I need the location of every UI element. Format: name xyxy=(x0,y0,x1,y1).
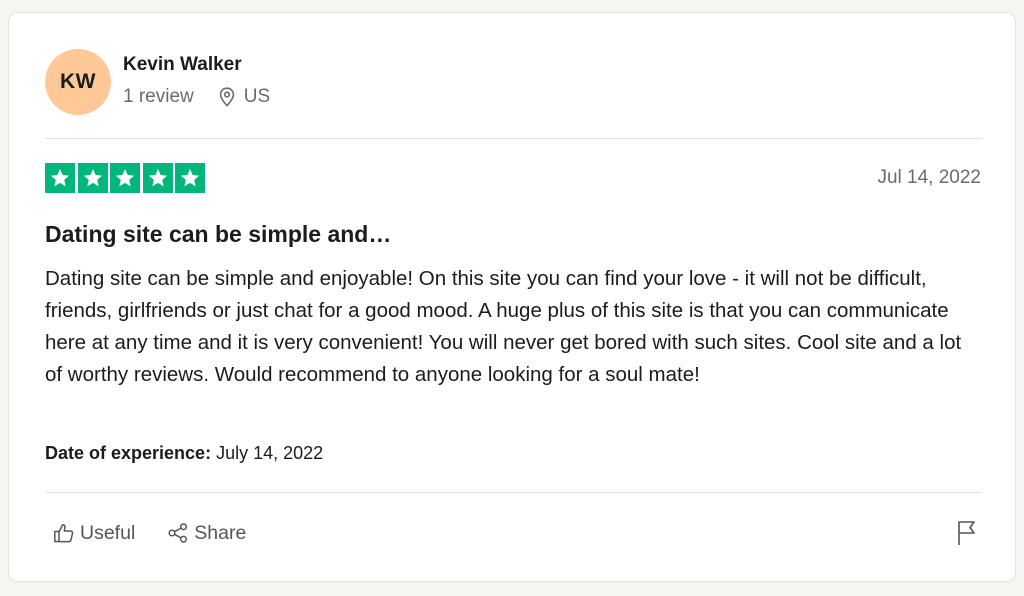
star-icon xyxy=(45,163,75,193)
consumer-name[interactable]: Kevin Walker xyxy=(123,53,270,77)
divider xyxy=(45,138,982,139)
review-date: Jul 14, 2022 xyxy=(877,167,981,188)
review-count: 1 review xyxy=(123,86,194,107)
experience-date: July 14, 2022 xyxy=(216,443,324,463)
star-icon xyxy=(142,163,173,193)
star-rating xyxy=(45,163,205,193)
date-of-experience: Date of experience: July 14, 2022 xyxy=(45,441,323,465)
location-pin-icon xyxy=(219,87,234,107)
flag-icon xyxy=(958,521,975,545)
share-label: Share xyxy=(194,521,247,544)
review-card: KW Kevin Walker 1 review US Jul 14, 2022… xyxy=(8,12,1016,582)
review-body: Dating site can be simple and enjoyable!… xyxy=(45,267,962,386)
report-flag-button[interactable] xyxy=(953,518,981,548)
consumer-meta: 1 review US xyxy=(123,85,270,109)
divider xyxy=(45,492,982,493)
experience-label: Date of experience: xyxy=(45,443,212,463)
star-icon xyxy=(110,163,140,193)
star-icon xyxy=(175,163,205,193)
consumer-header: KW Kevin Walker 1 review US xyxy=(45,49,270,115)
useful-button[interactable]: Useful xyxy=(45,518,143,549)
star-icon xyxy=(77,163,108,193)
review-actions: Useful Share xyxy=(45,516,270,550)
share-button[interactable]: Share xyxy=(159,518,254,549)
thumbs-up-icon xyxy=(54,524,74,543)
share-icon xyxy=(168,523,188,543)
avatar[interactable]: KW xyxy=(45,49,111,115)
review-title[interactable]: Dating site can be simple and… xyxy=(45,219,391,249)
useful-label: Useful xyxy=(80,521,136,544)
consumer-location: US xyxy=(218,85,270,109)
consumer-info: Kevin Walker 1 review US xyxy=(123,49,270,115)
country-code: US xyxy=(243,86,271,107)
